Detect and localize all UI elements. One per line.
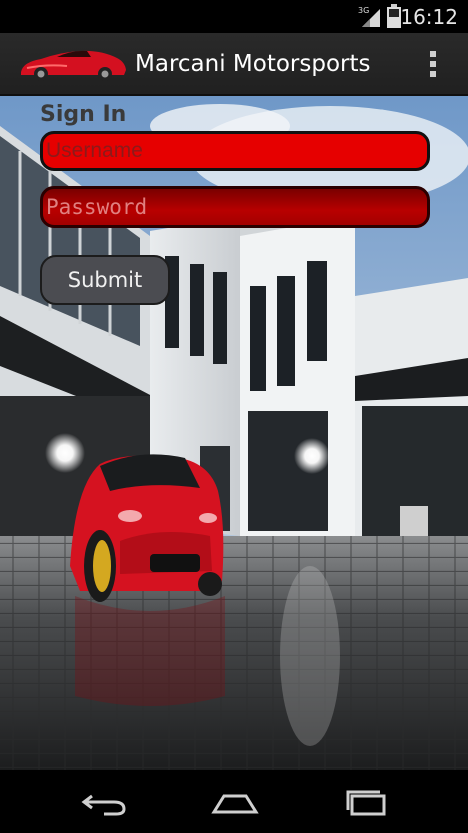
action-bar: Marcani Motorsports: [0, 33, 468, 96]
sign-in-screen: Sign In Submit: [0, 96, 468, 770]
submit-button[interactable]: Submit: [40, 255, 170, 305]
car-logo-icon: [21, 50, 126, 81]
password-field[interactable]: [40, 186, 430, 228]
overflow-menu-icon[interactable]: [422, 51, 444, 81]
recents-icon[interactable]: [342, 786, 392, 818]
app-title: Marcani Motorsports: [135, 51, 371, 77]
sign-in-heading: Sign In: [40, 102, 127, 127]
clock: 16:12: [400, 5, 458, 29]
navigation-bar: [0, 770, 468, 833]
back-icon[interactable]: [80, 786, 130, 818]
status-bar: 3G 16:12: [0, 0, 468, 33]
home-icon[interactable]: [210, 786, 260, 818]
username-field[interactable]: [40, 131, 430, 171]
red-sports-car: [70, 454, 225, 706]
signal-icon: 3G: [358, 6, 380, 27]
network-type-label: 3G: [358, 6, 369, 15]
